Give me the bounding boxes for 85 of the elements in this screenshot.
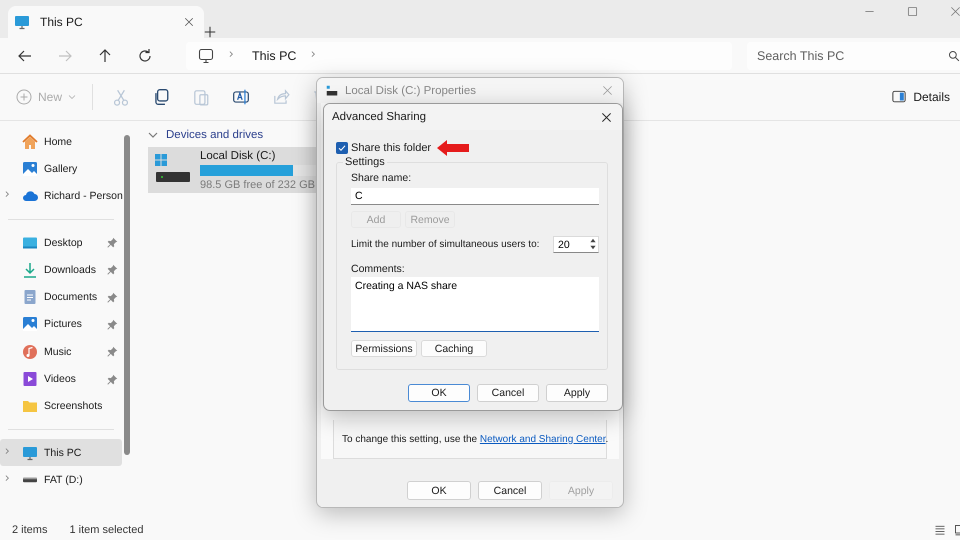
forward-icon [57, 48, 73, 64]
breadcrumb[interactable]: This PC [252, 48, 296, 62]
new-tab-icon [204, 26, 216, 38]
dialog-button[interactable]: Apply [546, 384, 608, 402]
video-icon [22, 371, 38, 388]
share-name-field[interactable]: C [351, 188, 599, 205]
sidebar-item[interactable]: Documents [0, 283, 122, 311]
dialog-button[interactable]: Cancel [478, 481, 542, 500]
pin-icon [107, 346, 118, 358]
sidebar-item[interactable]: Downloads [0, 256, 122, 284]
back-icon [17, 48, 33, 64]
user-limit-field[interactable]: 20 [553, 236, 599, 253]
sidebar-item[interactable]: Richard - Person [0, 182, 122, 210]
list-view-icon [934, 524, 946, 536]
pin-icon [107, 264, 118, 276]
close-icon [184, 17, 194, 27]
pin-icon [107, 374, 118, 385]
dialog-title: Local Disk (C:) Properties [345, 84, 478, 96]
sidebar-item[interactable]: Home [0, 128, 122, 156]
refresh-icon [137, 48, 153, 64]
check-icon [338, 144, 346, 152]
dialog-button[interactable]: OK [407, 481, 471, 500]
home-icon [22, 134, 38, 150]
sidebar-item[interactable]: Desktop [0, 228, 122, 256]
item-count: 2 items [12, 524, 48, 536]
details-button[interactable]: Details [885, 89, 956, 105]
maximize-icon [907, 6, 918, 17]
sidebar-item[interactable]: This PC [0, 438, 122, 466]
drive-icon [325, 84, 339, 96]
sidebar-item[interactable]: Videos [0, 365, 122, 393]
drive-icon [22, 476, 38, 483]
sidebar-item[interactable]: Pictures [0, 310, 122, 338]
scrollbar-thumb[interactable] [124, 135, 130, 455]
folder-icon [22, 398, 38, 414]
sidebar-item[interactable]: Gallery [0, 155, 122, 183]
group-title: Settings [343, 156, 387, 168]
document-icon [22, 289, 38, 306]
monitor-icon [22, 444, 38, 461]
sharing-note: To change this setting, use the Network and Sharing Center. [342, 434, 608, 444]
dialog-button[interactable]: OK [408, 384, 470, 402]
section-header[interactable]: Devices and drives [166, 129, 264, 141]
plus-icon [16, 89, 32, 105]
field-label: Comments: [351, 263, 406, 275]
free-space-text: 98.5 GB free of 232 GB [200, 178, 316, 190]
dialog-title: Advanced Sharing [332, 111, 427, 123]
caching-button[interactable]: Caching [421, 340, 487, 357]
pointer-arrow [437, 140, 470, 156]
download-icon [22, 262, 38, 278]
dialog-button[interactable]: Cancel [477, 384, 539, 402]
up-icon [97, 48, 113, 64]
cut-icon [112, 88, 130, 106]
sharing-center-link[interactable]: Network and Sharing Center [480, 434, 606, 444]
checkbox-label[interactable]: Share this folder [351, 142, 432, 154]
close-icon [601, 112, 612, 122]
window-tab[interactable]: This PC [8, 6, 204, 38]
field-label: Share name: [351, 172, 412, 184]
search-field[interactable]: Search This PC [747, 42, 960, 70]
paste-icon [192, 88, 210, 106]
desktop-icon [22, 234, 38, 251]
close-icon [950, 6, 960, 17]
monitor-icon [198, 48, 214, 64]
rename-icon [232, 88, 250, 106]
share-checkbox[interactable] [336, 142, 348, 154]
chevron-icon[interactable] [148, 130, 158, 140]
caret-icon [68, 93, 76, 101]
sidebar-item[interactable]: Music [0, 338, 122, 366]
field-label: Limit the number of simultaneous users to: [351, 239, 540, 250]
sidebar-item[interactable]: Screenshots [0, 392, 122, 420]
address-bar[interactable]: This PC [186, 42, 732, 70]
sidebar-item[interactable]: FAT (D:) [0, 466, 122, 494]
close-icon [602, 85, 613, 96]
pin-icon [107, 292, 118, 303]
gallery-icon [22, 160, 38, 177]
pin-icon [107, 318, 118, 330]
share-icon [272, 88, 290, 106]
pictures-icon [22, 316, 38, 332]
permissions-button[interactable]: Permissions [351, 340, 417, 357]
details-pane-icon [891, 90, 908, 104]
search-icon [948, 50, 960, 62]
pin-icon [107, 237, 118, 248]
monitor-icon [14, 14, 30, 30]
selection-count: 1 item selected [69, 524, 144, 536]
drive-name: Local Disk (C:) [200, 150, 276, 162]
music-icon [22, 344, 38, 360]
comments-field[interactable]: Creating a NAS share [351, 277, 599, 332]
